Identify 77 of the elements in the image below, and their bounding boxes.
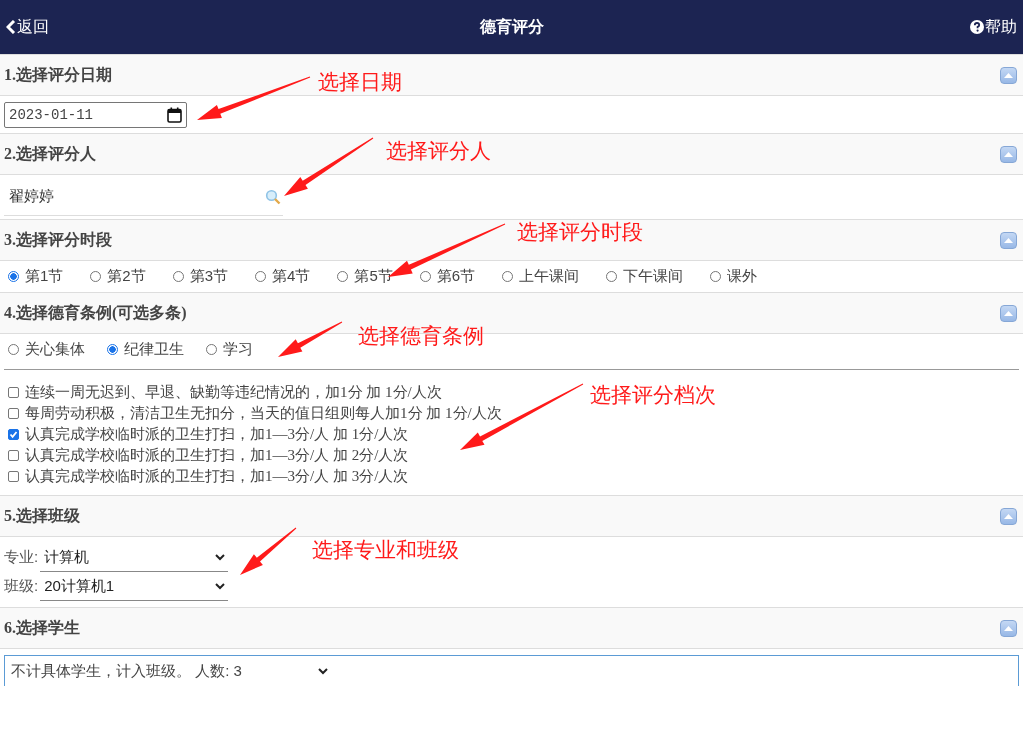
- radio-button[interactable]: [255, 271, 267, 282]
- option-label: 第1节: [25, 267, 64, 286]
- annotation-label: 选择日期: [318, 69, 402, 95]
- checkbox[interactable]: [8, 387, 19, 398]
- checkbox[interactable]: [8, 408, 19, 419]
- caret-up-icon: [1004, 72, 1013, 78]
- annotation-label: 选择评分时段: [517, 219, 643, 245]
- radio-button[interactable]: [90, 271, 102, 282]
- annotation-label: 选择德育条例: [358, 323, 484, 349]
- annotation-label: 选择专业和班级: [312, 537, 459, 563]
- dropdown[interactable]: 计算机: [40, 543, 229, 572]
- rule-label: 连续一周无迟到、早退、缺勤等违纪情况的，加1分 加 1分/人次: [25, 383, 442, 402]
- caret-up-icon: [1004, 237, 1013, 243]
- rule-label: 认真完成学校临时派的卫生打扫，加1—3分/人 加 3分/人次: [25, 467, 409, 486]
- back-link[interactable]: 返回: [6, 16, 49, 38]
- option-label: 关心集体: [25, 340, 85, 359]
- help-icon: [970, 20, 984, 34]
- search-icon: [265, 188, 281, 205]
- date-field[interactable]: 2023-01-11: [4, 101, 187, 128]
- collapse-button[interactable]: [1000, 66, 1017, 84]
- rule-label: 每周劳动积极，清洁卫生无扣分，当天的值日组则每人加1分 加 1分/人次: [25, 404, 502, 423]
- radio-button[interactable]: [172, 271, 184, 282]
- caret-up-icon: [1004, 151, 1013, 157]
- radio-button[interactable]: [107, 344, 118, 355]
- back-icon: [6, 20, 16, 34]
- radio-button[interactable]: [8, 344, 19, 355]
- chevron-icon: [214, 553, 227, 561]
- option-label: 下午课间: [623, 267, 684, 286]
- annotation-arrow: [240, 527, 297, 575]
- section-title: 2.选择评分人: [4, 143, 96, 164]
- checkbox[interactable]: [8, 450, 19, 461]
- option-label: 纪律卫生: [124, 340, 184, 359]
- caret-up-icon: [1004, 513, 1013, 519]
- radio-button[interactable]: [337, 271, 349, 282]
- option-label: 学习: [223, 340, 253, 359]
- caret-up-icon: [1004, 310, 1013, 316]
- option-label: 第6节: [436, 267, 476, 286]
- collapse-button[interactable]: [1000, 145, 1017, 163]
- student-dropdown[interactable]: 不计具体学生，计入班级。 人数: 3: [4, 655, 1019, 686]
- annotation-label: 选择评分档次: [590, 382, 716, 408]
- checkbox[interactable]: [8, 471, 19, 482]
- option-label: 课外: [727, 267, 758, 286]
- calendar-icon: [167, 106, 182, 123]
- field-label: 专业:: [4, 548, 39, 567]
- chevron-icon: [317, 667, 329, 675]
- option-label: 第3节: [189, 267, 229, 286]
- section-title: 5.选择班级: [4, 505, 80, 526]
- collapse-button[interactable]: [1000, 507, 1017, 525]
- radio-button[interactable]: [606, 271, 618, 282]
- section-title: 1.选择评分日期: [4, 64, 112, 85]
- annotation-arrow: [278, 321, 343, 357]
- radio-button[interactable]: [419, 271, 431, 282]
- checkbox[interactable]: [8, 429, 19, 440]
- section-title: 3.选择评分时段: [4, 229, 112, 250]
- section-title: 4.选择德育条例(可选多条): [4, 302, 187, 324]
- annotation-label: 选择评分人: [386, 138, 491, 164]
- field-label: 班级:: [4, 577, 39, 596]
- page-title: 德育评分: [479, 16, 544, 37]
- option-label: 第4节: [272, 267, 311, 286]
- radio-button[interactable]: [206, 344, 217, 355]
- rule-label: 认真完成学校临时派的卫生打扫，加1—3分/人 加 2分/人次: [25, 446, 409, 465]
- option-label: 第5节: [354, 267, 393, 286]
- collapse-button[interactable]: [1000, 304, 1017, 322]
- radio-button[interactable]: [502, 271, 514, 282]
- radio-button[interactable]: [710, 271, 722, 282]
- collapse-button[interactable]: [1000, 619, 1017, 637]
- option-label: 上午课间: [519, 267, 580, 286]
- dropdown[interactable]: 20计算机1: [40, 572, 229, 601]
- help-link[interactable]: 帮助: [970, 16, 1017, 38]
- caret-up-icon: [1004, 625, 1013, 631]
- chevron-icon: [214, 582, 227, 590]
- section-title: 6.选择学生: [4, 617, 80, 638]
- option-label: 第2节: [107, 267, 146, 286]
- radio-button[interactable]: [8, 271, 19, 282]
- collapse-button[interactable]: [1000, 231, 1017, 249]
- rule-label: 认真完成学校临时派的卫生打扫，加1—3分/人 加 1分/人次: [25, 425, 409, 444]
- rater-field[interactable]: 翟婷婷: [4, 178, 283, 216]
